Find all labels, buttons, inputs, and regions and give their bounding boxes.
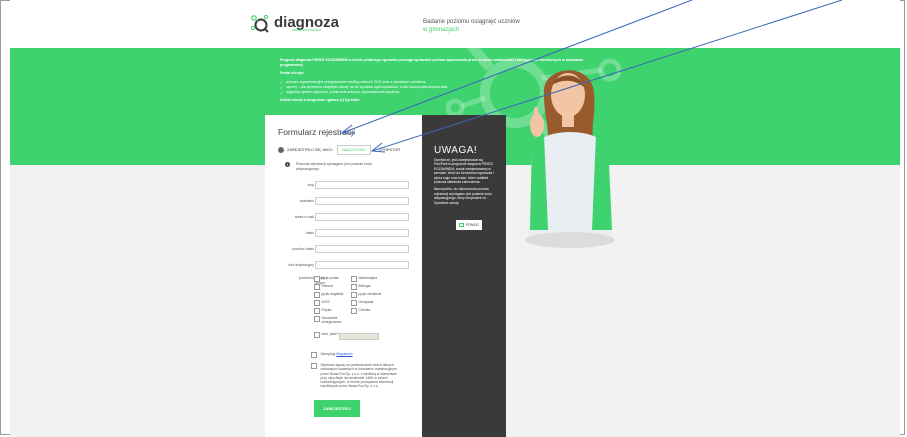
password-row: hasło: [265, 229, 410, 238]
last-name-label: nazwisko: [299, 199, 314, 203]
logo-molecule-icon: [250, 14, 269, 33]
warning-text: Dyrektorze, jeśli zarejestrował się Pan/…: [434, 158, 496, 208]
subject-label: Chemia: [358, 308, 371, 312]
register-as-label: ZAREJESTRUJ SIĘ JAKO:: [287, 148, 333, 152]
register-button[interactable]: ZAREJESTRUJ: [314, 400, 360, 417]
accept-terms[interactable]: Akceptuję Regulamin: [311, 352, 403, 358]
email-input[interactable]: [315, 213, 409, 221]
email-row: adres e-mail: [265, 213, 410, 222]
last-name-input[interactable]: [315, 197, 409, 205]
subject-option[interactable]: Biologia: [351, 284, 371, 290]
password-input[interactable]: [315, 229, 409, 237]
repeat-password-label: powtórz hasło: [292, 247, 314, 251]
info-icon: !: [285, 162, 290, 167]
role-director-tab[interactable]: DYREKTOR: [374, 145, 405, 155]
subject-label: Matematyka: [358, 276, 377, 280]
checkbox[interactable]: [351, 276, 357, 282]
tagline-line2: w gimnazjach: [423, 27, 460, 33]
subject-option[interactable]: Historia: [314, 284, 333, 290]
role-selector: ZAREJESTRUJ SIĘ JAKO: NAUCZYCIEL DYREKTO…: [278, 145, 405, 155]
checkbox[interactable]: [314, 316, 320, 322]
subject-option[interactable]: Chemia: [351, 308, 370, 314]
checkbox[interactable]: [314, 300, 320, 306]
accept-terms-text: Akceptuję Regulamin: [321, 352, 353, 358]
activation-code-row: kod aktywacyjny: [265, 261, 410, 270]
subject-option[interactable]: język polski: [314, 276, 339, 282]
warning-panel: UWAGA! Dyrektorze, jeśli zarejestrował s…: [422, 115, 506, 437]
help-label: POMOC: [466, 223, 479, 227]
tagline: Badanie poziomu osiągnięć uczniów w gimn…: [423, 18, 520, 34]
subject-label: język angielski: [321, 292, 344, 296]
subject-option[interactable]: Matematyka: [351, 276, 377, 282]
email-label: adres e-mail: [294, 215, 314, 219]
subject-option[interactable]: język angielski: [314, 292, 343, 298]
checkbox[interactable]: [351, 292, 357, 298]
subject-label: Inne, jakie?: [321, 332, 339, 336]
accept-terms-checkbox[interactable]: [311, 352, 317, 358]
subject-label: Geografia: [358, 300, 374, 304]
subject-label: język niemiecki: [358, 292, 382, 296]
first-name-label: imię: [307, 183, 314, 187]
help-button[interactable]: POMOC: [456, 220, 482, 230]
subject-label: Biologia: [358, 284, 371, 288]
subject-label: Fizyka: [321, 308, 332, 312]
other-subject-input[interactable]: [339, 333, 379, 340]
registration-form: Formularz rejestracji ZAREJESTRUJ SIĘ JA…: [265, 115, 422, 437]
student-photo: [525, 70, 615, 248]
help-icon: [459, 223, 465, 227]
subject-option[interactable]: Nauczanie zintegrowane: [314, 316, 344, 324]
checkbox[interactable]: [314, 292, 320, 298]
accept-prefix: Akceptuję: [320, 352, 336, 356]
tagline-line1: Badanie poziomu osiągnięć uczniów: [423, 19, 520, 25]
first-name-row: imię: [265, 181, 410, 190]
checkbox[interactable]: [351, 284, 357, 290]
subject-option[interactable]: język niemiecki: [351, 292, 381, 298]
form-title: Formularz rejestracji: [278, 127, 355, 137]
activation-note: ! Podczas rejestracji wymagane jest poda…: [285, 162, 385, 171]
password-label: hasło: [305, 231, 314, 235]
marketing-consent[interactable]: Wyrażam zgodę na przetwarzanie moich dan…: [311, 363, 403, 389]
user-icon: [278, 147, 284, 153]
subject-label: Nauczanie zintegrowane: [321, 316, 342, 325]
checkbox[interactable]: [314, 284, 320, 290]
subject-option[interactable]: Inne, jakie?: [314, 332, 339, 338]
repeat-password-row: powtórz hasło: [265, 245, 410, 254]
warning-paragraph-director: Dyrektorze, jeśli zarejestrował się Pan/…: [434, 158, 494, 185]
warning-title: UWAGA!: [434, 145, 478, 156]
checkbox[interactable]: [351, 308, 357, 314]
site-header: diagnoza PRZED EGZAMINEM Badanie poziomu…: [10, 0, 900, 48]
checkbox[interactable]: [314, 332, 320, 338]
checkbox[interactable]: [314, 308, 320, 314]
role-teacher-tab[interactable]: NAUCZYCIEL: [337, 145, 372, 155]
checkbox[interactable]: [314, 276, 320, 282]
marketing-consent-text: Wyrażam zgodę na przetwarzanie moich dan…: [320, 363, 397, 389]
repeat-password-input[interactable]: [315, 245, 409, 253]
subject-option[interactable]: Fizyka: [314, 308, 331, 314]
checkbox[interactable]: [351, 300, 357, 306]
page: diagnoza PRZED EGZAMINEM Badanie poziomu…: [10, 0, 900, 437]
activation-code-input[interactable]: [315, 261, 409, 269]
first-name-input[interactable]: [315, 181, 409, 189]
marketing-consent-checkbox[interactable]: [311, 363, 317, 369]
terms-link[interactable]: Regulamin: [336, 352, 352, 356]
activation-code-label: kod aktywacyjny: [288, 263, 314, 267]
activation-note-text: Podczas rejestracji wymagane jest podani…: [296, 162, 372, 171]
warning-paragraph-teacher: Nauczycielu, do zakończenia procesu reje…: [434, 187, 492, 205]
subject-label: język polski: [321, 276, 339, 280]
subject-option[interactable]: Geografia: [351, 300, 373, 306]
logo[interactable]: diagnoza PRZED EGZAMINEM: [250, 14, 339, 34]
last-name-row: nazwisko: [265, 197, 410, 206]
subject-label: WOS: [321, 300, 330, 304]
subject-label: Historia: [321, 284, 334, 288]
subject-option[interactable]: WOS: [314, 300, 330, 306]
